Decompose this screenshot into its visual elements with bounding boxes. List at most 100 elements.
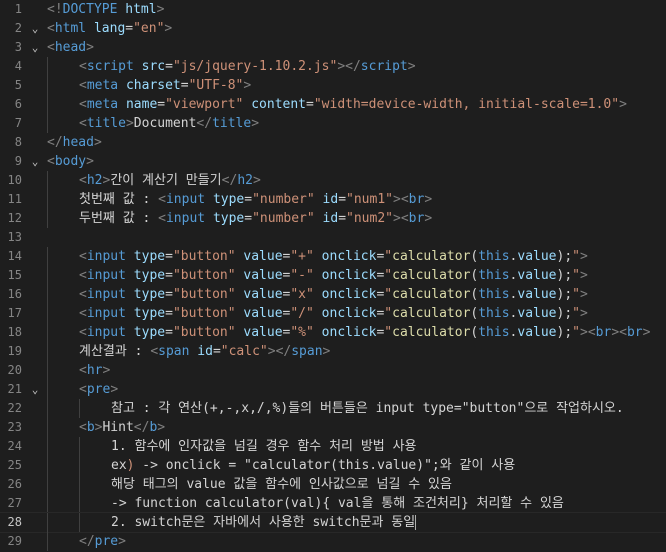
indent-guide <box>47 456 48 475</box>
line-number: 29 <box>7 534 22 548</box>
fold-chevron-icon[interactable]: ⌄ <box>28 38 42 57</box>
code-token: > <box>125 116 134 131</box>
code-token: id <box>322 211 339 226</box>
code-token: id <box>322 192 339 207</box>
code-token: > <box>322 344 331 359</box>
code-token: br <box>595 325 612 340</box>
line-content: <html lang="en"> <box>47 19 666 38</box>
code-line[interactable]: 1 <!DOCTYPE html> <box>0 0 666 19</box>
code-token: input <box>86 268 126 283</box>
code-token: "button" <box>172 306 236 321</box>
code-token: value <box>517 287 557 302</box>
code-line[interactable]: 27 -> function calculator(val){ val을 통해 조… <box>0 494 666 513</box>
fold-chevron-icon[interactable]: ⌄ <box>28 380 42 399</box>
code-token: = <box>157 97 166 112</box>
code-token: "en" <box>133 21 165 36</box>
code-line[interactable]: 12 두번째 값 : <input type="number" id="num2"… <box>0 209 666 228</box>
indent-guide <box>47 76 48 95</box>
code-token: -> onclick = "calculator(this.value)";와 … <box>134 458 516 473</box>
code-line[interactable]: 5 <meta charset="UTF-8"> <box>0 76 666 95</box>
code-token: "num1" <box>346 192 393 207</box>
code-token: this <box>478 249 510 264</box>
code-token: < <box>79 116 87 131</box>
code-line[interactable]: 18 <input type="button" value="%" onclick… <box>0 323 666 342</box>
code-line[interactable]: 21 ⌄ <pre> <box>0 380 666 399</box>
line-number: 21 <box>7 382 22 396</box>
code-token: 계산결과 : <box>79 344 151 359</box>
code-line[interactable]: 2 ⌄ <html lang="en"> <box>0 19 666 38</box>
code-token: < <box>79 325 87 340</box>
code-line[interactable]: 14 <input type="button" value="+" onclick… <box>0 247 666 266</box>
code-token: >< <box>393 192 409 207</box>
code-token: input <box>86 287 126 302</box>
code-line[interactable]: 3 ⌄ <head> <box>0 38 666 57</box>
code-line[interactable]: 10 <h2>간이 계산기 만들기</h2> <box>0 171 666 190</box>
line-number: 12 <box>7 211 22 225</box>
code-line[interactable]: 19 계산결과 : <span id="calc"></span> <box>0 342 666 361</box>
code-line[interactable]: 8 </head> <box>0 133 666 152</box>
line-number: 16 <box>7 287 22 301</box>
code-line[interactable]: 13 <box>0 228 666 247</box>
code-token: "number" <box>252 211 315 226</box>
code-line[interactable]: 22 참고 : 각 연산(+,-,x,/,%)들의 버튼들은 input type… <box>0 399 666 418</box>
code-line[interactable]: 23 <b>Hint</b> <box>0 418 666 437</box>
code-token: value <box>243 325 283 340</box>
line-number: 11 <box>7 192 22 206</box>
indent-guide <box>47 380 48 399</box>
fold-chevron-icon[interactable]: ⌄ <box>28 19 42 38</box>
line-number: 23 <box>7 420 22 434</box>
indent-guide <box>47 190 48 209</box>
line-number: 10 <box>7 173 22 187</box>
line-content: 2. switch문은 자바에서 사용한 switch문과 동일 <box>47 513 666 532</box>
code-line[interactable]: 7 <title>Document</title> <box>0 114 666 133</box>
code-token: title <box>86 116 126 131</box>
line-number: 6 <box>14 97 22 111</box>
code-token: "viewport" <box>165 97 244 112</box>
line-number: 17 <box>7 306 22 320</box>
code-token: "+" <box>290 249 314 264</box>
code-token: input <box>165 192 206 207</box>
code-token: = <box>306 97 314 112</box>
code-line[interactable]: 28 2. switch문은 자바에서 사용한 switch문과 동일 <box>0 512 666 533</box>
code-token: script <box>86 59 134 74</box>
code-editor[interactable]: 1 <!DOCTYPE html> 2 ⌄ <html lang="en"> 3 ⌄ <hea… <box>0 0 666 552</box>
code-token: br <box>408 192 425 207</box>
code-token: title <box>212 116 252 131</box>
code-line[interactable]: 25 ex) -> onclick = "calculator(this.valu… <box>0 456 666 475</box>
code-token: < <box>79 382 87 397</box>
code-token: type <box>212 211 245 226</box>
code-line[interactable]: 26 해당 태그의 value 값을 함수에 인사값으로 넘길 수 있음 <box>0 475 666 494</box>
code-token: 간이 계산기 만들기 <box>110 173 222 188</box>
code-line[interactable]: 9 ⌄ <body> <box>0 152 666 171</box>
indent-guide <box>47 247 48 266</box>
line-content: 1. 함수에 인자값을 넘길 경우 함수 처리 방법 사용 <box>47 437 666 456</box>
code-line[interactable]: 20 <hr> <box>0 361 666 380</box>
code-line[interactable]: 17 <input type="button" value="/" onclick… <box>0 304 666 323</box>
fold-chevron-icon[interactable]: ⌄ <box>28 152 42 171</box>
line-content: </head> <box>47 133 666 152</box>
code-token: > <box>93 135 102 150</box>
code-line[interactable]: 6 <meta name="viewport" content="width=de… <box>0 95 666 114</box>
code-token: ></ <box>337 59 361 74</box>
code-token: > <box>102 363 111 378</box>
code-line[interactable]: 15 <input type="button" value="-" onclick… <box>0 266 666 285</box>
code-line[interactable]: 4 <script src="js/jquery-1.10.2.js"></scr… <box>0 57 666 76</box>
code-line[interactable]: 29 </pre> <box>0 532 666 551</box>
code-line[interactable]: 16 <input type="button" value="x" onclick… <box>0 285 666 304</box>
code-line[interactable]: 11 첫번째 값 : <input type="number" id="num1"… <box>0 190 666 209</box>
code-line[interactable]: 24 1. 함수에 인자값을 넘길 경우 함수 처리 방법 사용 <box>0 437 666 456</box>
indent-guide <box>47 304 48 323</box>
code-token: </ <box>47 135 63 150</box>
line-number: 2 <box>14 21 22 35</box>
indent-guide <box>47 532 48 551</box>
code-token: calculator <box>392 325 471 340</box>
code-token: pre <box>94 534 119 549</box>
